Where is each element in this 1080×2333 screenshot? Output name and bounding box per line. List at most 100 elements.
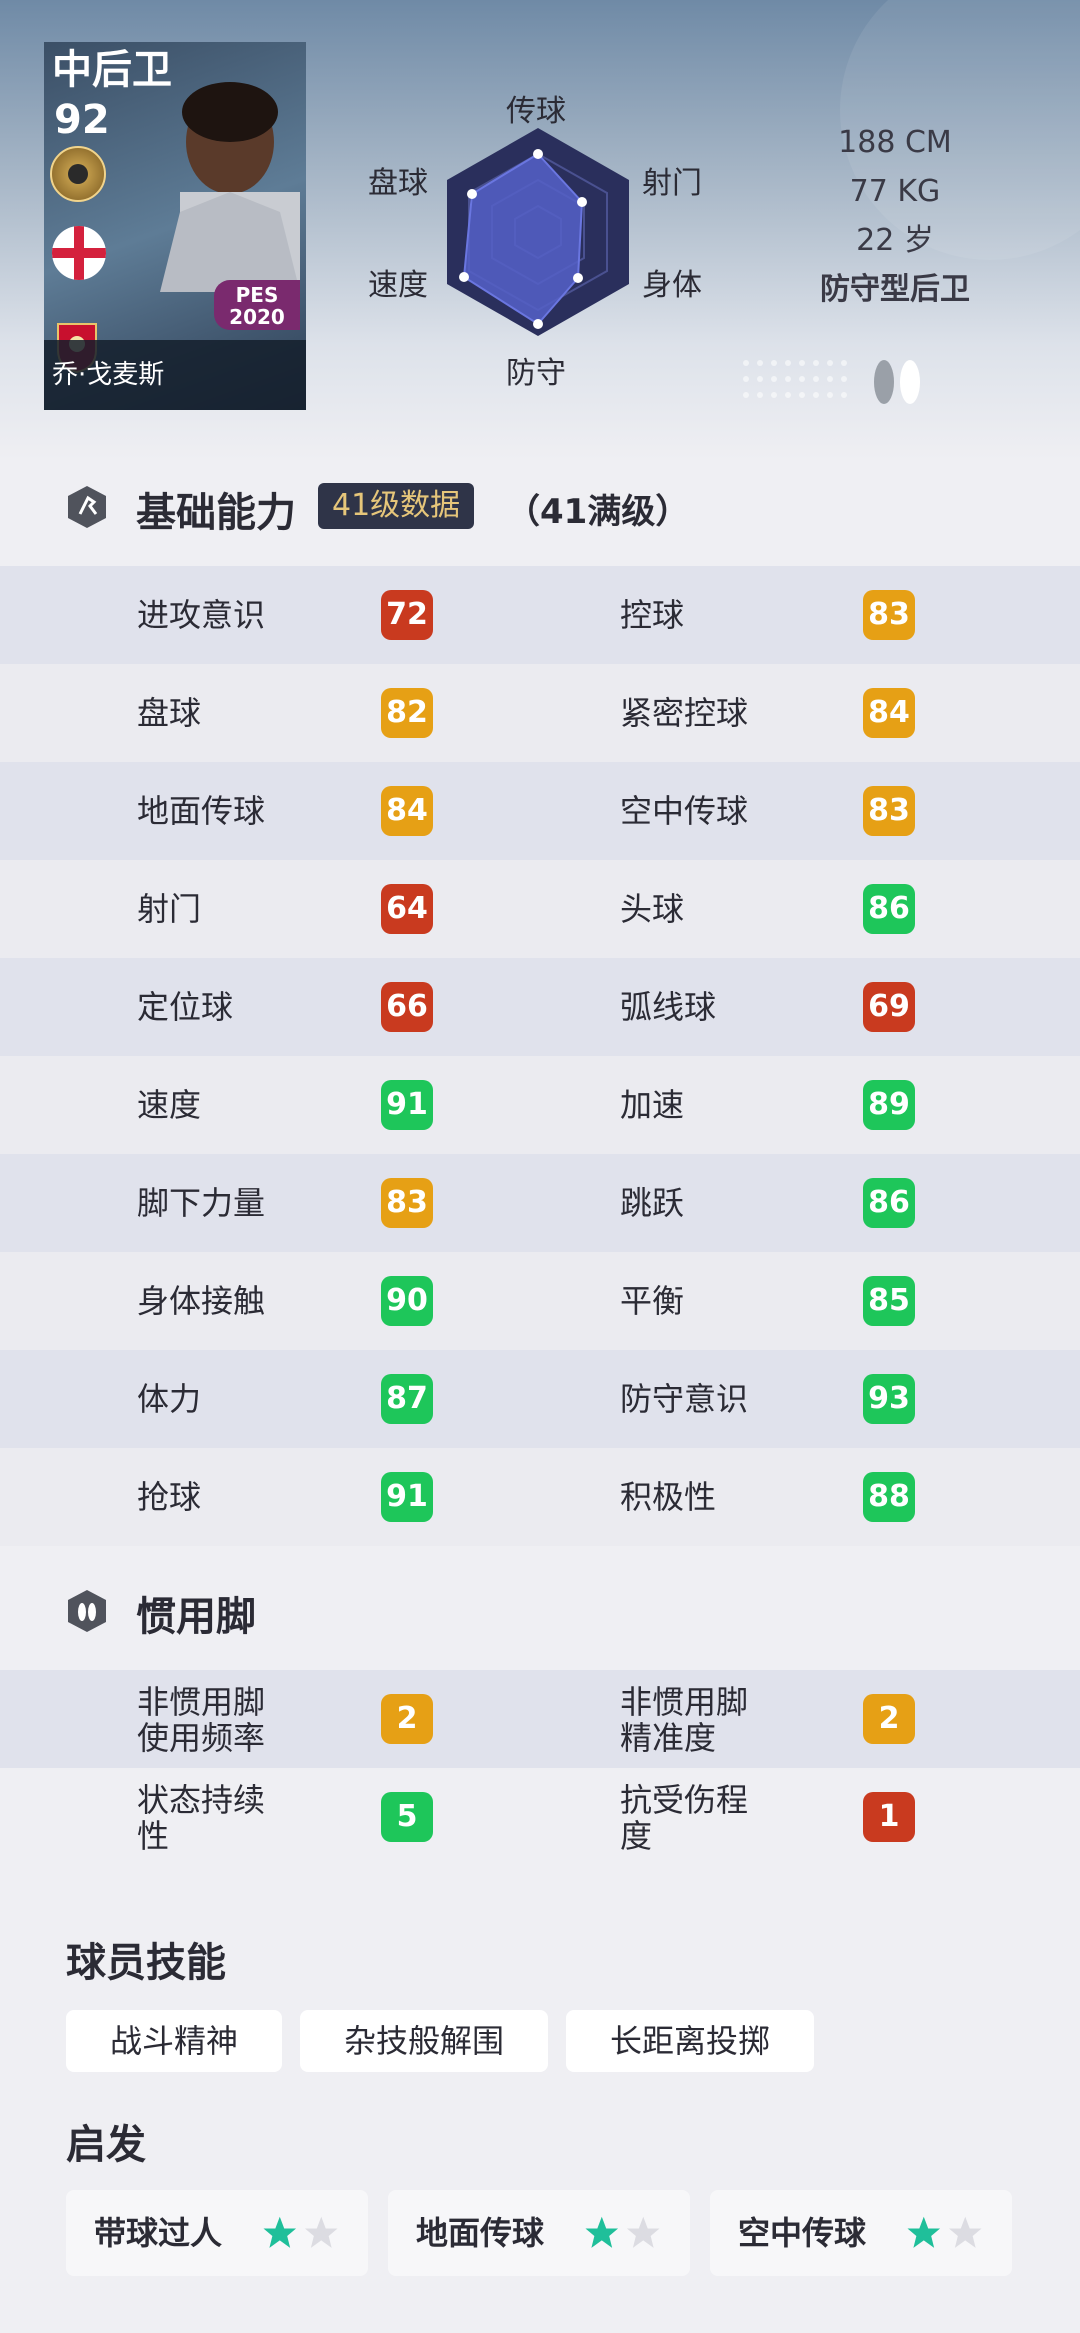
skills-title: 球员技能 (66, 1940, 226, 1986)
stat-value-badge: 89 (863, 1080, 915, 1130)
stat-label: 地面传球 (137, 792, 266, 830)
skill-chip[interactable]: 战斗精神 (66, 2010, 283, 2072)
stat-value-badge: 83 (381, 1178, 433, 1228)
foot-value-badge: 2 (863, 1694, 915, 1744)
star-filled-icon (585, 2216, 619, 2248)
foot-value-badge: 2 (381, 1694, 433, 1744)
stat-value-badge: 90 (381, 1276, 433, 1326)
starter-card[interactable]: 地面传球 (388, 2190, 690, 2276)
radar-label-passing: 传球 (506, 94, 566, 129)
stat-label: 射门 (137, 890, 202, 928)
stat-row: 射门 64 头球 86 (0, 860, 1080, 958)
stat-row: 定位球 66 弧线球 69 (0, 958, 1080, 1056)
stat-row: 抢球 91 积极性 88 (0, 1448, 1080, 1546)
ability-table: 进攻意识 72 控球 83 盘球 82 紧密控球 84 地面传球 84 空中传球 83 射门 64 头球 86… (0, 566, 1080, 1546)
rank-badge-icon (50, 146, 106, 202)
stat-value-badge: 84 (863, 688, 915, 738)
stat-label: 盘球 (137, 694, 202, 732)
starter-card[interactable]: 带球过人 (66, 2190, 368, 2276)
player-name: 乔·戈麦斯 (44, 340, 306, 410)
max-level-text: （41满级） (506, 492, 690, 532)
stat-label: 弧线球 (620, 988, 717, 1026)
player-header: 中后卫 92 PES 2020 乔·戈麦斯 传球 盘球 射门 速度 身体 防守 … (0, 0, 1080, 460)
stat-label: 积极性 (620, 1478, 717, 1516)
stat-label: 平衡 (620, 1282, 685, 1320)
starter-label: 空中传球 (738, 2214, 867, 2252)
radar-label-speed: 速度 (368, 268, 428, 303)
foot-row: 非惯用脚 使用频率 2 非惯用脚 精准度 2 (0, 1670, 1080, 1768)
skill-chip[interactable]: 长距离投掷 (566, 2010, 815, 2072)
skill-chip[interactable]: 杂技般解围 (300, 2010, 549, 2072)
stat-row: 体力 87 防守意识 93 (0, 1350, 1080, 1448)
star-rating (263, 2216, 338, 2248)
foot-stat-label-line2: 使用频率 (137, 1719, 266, 1757)
foot-stat-label: 非惯用脚 使用频率 (137, 1684, 287, 1756)
stat-row: 速度 91 加速 89 (0, 1056, 1080, 1154)
starter-title: 启发 (66, 2122, 146, 2168)
stat-value-badge: 66 (381, 982, 433, 1032)
level-data-tag[interactable]: 41级数据 (318, 483, 475, 529)
stat-value-badge: 88 (863, 1472, 915, 1522)
foot-value-badge: 1 (863, 1792, 915, 1842)
stat-label: 脚下力量 (137, 1184, 266, 1222)
stat-value-badge: 91 (381, 1080, 433, 1130)
stat-label: 进攻意识 (137, 596, 266, 634)
stat-label: 抢球 (137, 1478, 202, 1516)
stat-label: 加速 (620, 1086, 685, 1124)
stat-label: 跳跃 (620, 1184, 685, 1222)
foot-stat-label: 非惯用脚 精准度 (620, 1684, 770, 1756)
radar-label-defense: 防守 (506, 356, 566, 391)
stat-label: 速度 (137, 1086, 202, 1124)
foot-row: 状态持续性 5 抗受伤程度 1 (0, 1768, 1080, 1866)
stat-value-badge: 86 (863, 1178, 915, 1228)
foot-stat-label: 状态持续性 (137, 1782, 287, 1854)
stat-value-badge: 83 (863, 786, 915, 836)
stat-value-badge: 87 (381, 1374, 433, 1424)
player-card[interactable]: 中后卫 92 PES 2020 乔·戈麦斯 (44, 42, 306, 410)
foot-stat-label-line1: 非惯用脚 (137, 1683, 266, 1721)
stat-value-badge: 72 (381, 590, 433, 640)
player-photo (160, 82, 300, 292)
stat-row: 地面传球 84 空中传球 83 (0, 762, 1080, 860)
foot-stat-label-line1: 非惯用脚 (620, 1683, 749, 1721)
stat-label: 头球 (620, 890, 685, 928)
abilities-title: 基础能力 (136, 490, 296, 536)
feet-icon (874, 360, 920, 404)
playing-style: 防守型后卫 (820, 272, 970, 307)
stat-row: 脚下力量 83 跳跃 86 (0, 1154, 1080, 1252)
stat-label: 身体接触 (137, 1282, 266, 1320)
stat-label: 控球 (620, 596, 685, 634)
card-position: 中后卫 (52, 47, 172, 93)
card-rating: 92 (54, 97, 110, 143)
starter-label: 地面传球 (416, 2214, 545, 2252)
stat-row: 身体接触 90 平衡 85 (0, 1252, 1080, 1350)
star-rating (585, 2216, 660, 2248)
foot-stat-label: 抗受伤程度 (620, 1782, 770, 1854)
star-filled-icon (907, 2216, 941, 2248)
star-filled-icon (263, 2216, 297, 2248)
stat-value-badge: 69 (863, 982, 915, 1032)
stat-value-badge: 83 (863, 590, 915, 640)
skills-list: 战斗精神 杂技般解围 长距离投掷 (66, 2010, 815, 2072)
foot-section-icon (68, 1590, 106, 1632)
star-empty-icon (304, 2216, 338, 2248)
stat-label: 紧密控球 (620, 694, 749, 732)
england-flag-icon (52, 226, 106, 280)
stat-row: 盘球 82 紧密控球 84 (0, 664, 1080, 762)
game-logo-text: PES (235, 283, 279, 307)
star-empty-icon (626, 2216, 660, 2248)
stat-value-badge: 84 (381, 786, 433, 836)
foot-stat-label-line2: 度 (620, 1817, 653, 1855)
star-empty-icon (948, 2216, 982, 2248)
stat-value-badge: 64 (381, 884, 433, 934)
stat-label: 防守意识 (620, 1380, 749, 1418)
physical-info: 188 CM 77 KG 22 岁 防守型后卫 (760, 118, 1030, 314)
stat-value-badge: 82 (381, 688, 433, 738)
star-rating (907, 2216, 982, 2248)
radar-label-physical: 身体 (642, 268, 702, 303)
stat-label: 空中传球 (620, 792, 749, 830)
decorative-dots (743, 360, 847, 398)
age-value: 22 岁 (856, 223, 934, 258)
starter-card[interactable]: 空中传球 (710, 2190, 1012, 2276)
foot-table: 非惯用脚 使用频率 2 非惯用脚 精准度 2 状态持续性 5 抗受伤程度 1 (0, 1670, 1080, 1866)
